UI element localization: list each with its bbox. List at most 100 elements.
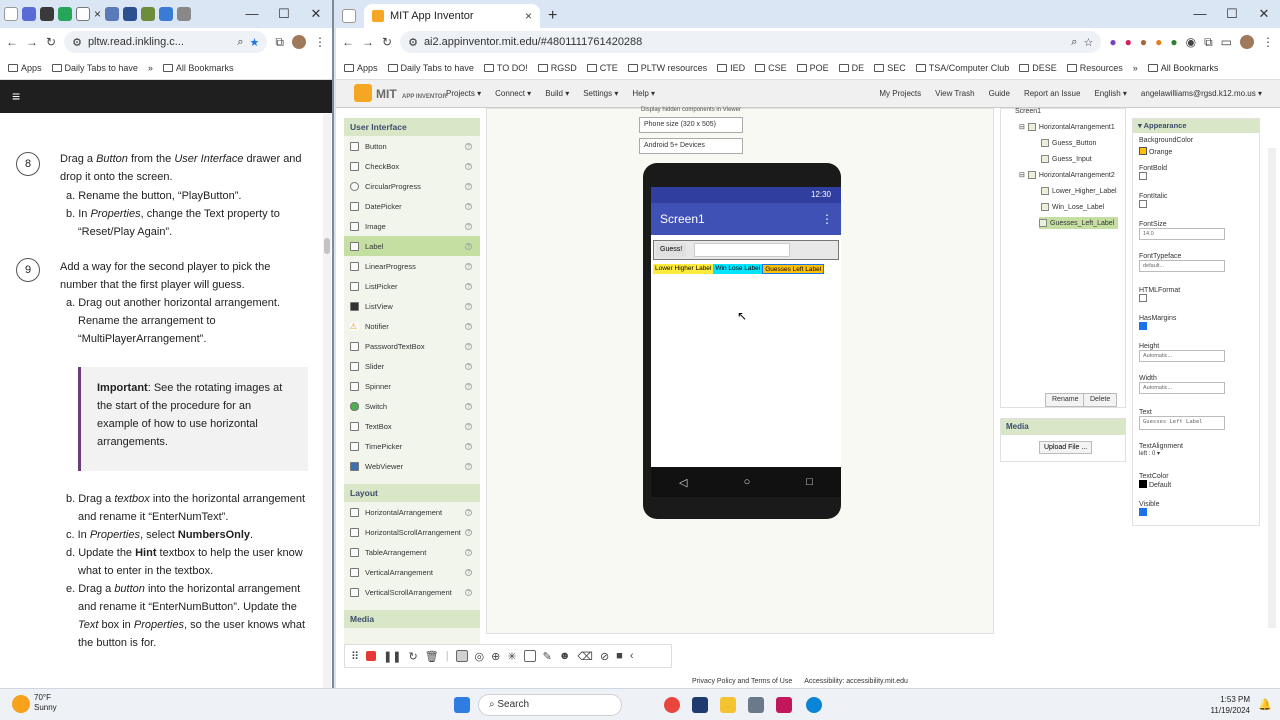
bookmarks-overflow[interactable]: » <box>148 63 153 73</box>
palette-item-circularprogress[interactable]: CircularProgress? <box>344 176 480 196</box>
chrome-icon[interactable] <box>664 697 680 713</box>
pointer-icon[interactable] <box>455 650 468 662</box>
collapse-icon[interactable]: ‹ <box>630 650 634 662</box>
extension-icon[interactable]: ● <box>1140 35 1147 49</box>
tab-close-icon[interactable]: × <box>94 7 101 21</box>
tab-menu-icon[interactable] <box>4 7 18 21</box>
focus-icon[interactable]: ✳ <box>507 650 516 663</box>
bookmark-item[interactable]: RGSD <box>537 63 577 73</box>
app-inventor-logo[interactable]: MIT APP INVENTOR <box>354 84 447 102</box>
tab-favicon-icon[interactable] <box>58 7 72 21</box>
device-select[interactable]: Android 5+ Devices <box>639 138 743 154</box>
palette-item-spinner[interactable]: Spinner? <box>344 376 480 396</box>
trash-icon[interactable]: 🗑 <box>425 650 439 663</box>
tab-favicon-icon[interactable] <box>159 7 174 21</box>
bookmark-item[interactable]: IED <box>717 63 745 73</box>
extension-icon[interactable]: ◉ <box>1186 35 1196 49</box>
bookmark-item[interactable]: Apps <box>344 63 378 73</box>
bookmark-item[interactable]: POE <box>796 63 829 73</box>
fonttypeface-input[interactable]: default... <box>1139 260 1225 272</box>
bookmark-item[interactable]: Resources <box>1066 63 1123 73</box>
windows-start-icon[interactable] <box>454 697 470 713</box>
language-menu[interactable]: English ▾ <box>1094 89 1126 98</box>
height-input[interactable]: Automatic... <box>1139 350 1225 362</box>
palette-item-notifier[interactable]: ⚠ Notifier? <box>344 316 480 336</box>
eraser-icon[interactable]: ⌫ <box>577 650 593 663</box>
tab-favicon-icon[interactable] <box>22 7 36 21</box>
taskbar-search[interactable]: ⌕ Search <box>478 694 622 716</box>
win-lose-label[interactable]: Win Lose Label <box>713 264 763 274</box>
bookmark-star-icon[interactable]: ★ <box>250 36 260 49</box>
camera-icon[interactable]: ■ <box>616 650 623 662</box>
visible-checkbox[interactable] <box>1139 508 1147 516</box>
palette-item-listpicker[interactable]: ListPicker? <box>344 276 480 296</box>
palette-item-horizontalscrollarrangement[interactable]: HorizontalScrollArrangement? <box>344 522 480 542</box>
bookmark-item[interactable]: PLTW resources <box>627 63 707 73</box>
help-icon[interactable]: ? <box>465 242 472 250</box>
privacy-link[interactable]: Privacy Policy and Terms of Use <box>692 678 792 685</box>
tab-close-icon[interactable]: × <box>525 9 532 23</box>
close-icon[interactable]: ✕ <box>1248 0 1280 28</box>
help-icon[interactable]: ? <box>465 362 472 370</box>
forward-icon[interactable]: → <box>26 35 38 49</box>
extension-icon[interactable]: ● <box>1155 35 1162 49</box>
overflow-menu-icon[interactable]: ⋮ <box>821 212 833 226</box>
file-explorer-icon[interactable] <box>720 697 736 713</box>
app-icon[interactable] <box>692 697 708 713</box>
delete-button[interactable]: Delete <box>1083 393 1118 407</box>
collapse-icon[interactable]: ⊟ <box>1019 171 1025 179</box>
palette-item-slider[interactable]: Slider? <box>344 356 480 376</box>
reader-scrollbar[interactable] <box>323 114 331 688</box>
pause-icon[interactable]: ❚❚ <box>383 650 401 663</box>
weather-widget[interactable]: 70°F Sunny <box>34 693 57 713</box>
zoom-icon[interactable]: ⌕ <box>1071 36 1077 49</box>
tab-search-icon[interactable] <box>342 9 356 23</box>
url-field[interactable]: ⚙ ai2.appinventor.mit.edu/#4801111761420… <box>400 31 1102 53</box>
tree-item-screen1[interactable]: Screen1 <box>1015 105 1041 117</box>
palette-header-media[interactable]: Media <box>344 610 480 628</box>
view-trash-link[interactable]: View Trash <box>935 89 974 98</box>
bookmarks-overflow[interactable]: » <box>1133 63 1138 73</box>
tab-favicon-icon[interactable] <box>141 7 156 21</box>
avatar[interactable] <box>1240 35 1254 49</box>
tab-favicon-icon[interactable] <box>177 7 192 21</box>
htmlformat-checkbox[interactable] <box>1139 294 1147 302</box>
pen-icon[interactable]: ✎ <box>543 650 552 663</box>
guess-button[interactable]: Guess! <box>656 243 687 257</box>
scrollbar-thumb[interactable] <box>324 238 330 254</box>
tab-favicon-icon[interactable] <box>105 7 120 21</box>
palette-item-switch[interactable]: Switch? <box>344 396 480 416</box>
menu-icon[interactable]: ⋮ <box>1262 35 1274 49</box>
notifications-icon[interactable]: 🔔 <box>1258 698 1272 711</box>
avatar[interactable] <box>292 35 306 49</box>
help-icon[interactable]: ? <box>465 528 472 536</box>
palette-item-verticalarrangement[interactable]: VerticalArrangement? <box>344 562 480 582</box>
help-icon[interactable]: ? <box>465 508 472 516</box>
textalignment-select[interactable]: left : 0 ▾ <box>1139 450 1183 457</box>
tab-mit-app-inventor[interactable]: MIT App Inventor × <box>364 4 540 28</box>
hide-drawing-icon[interactable]: ⊘ <box>600 650 609 663</box>
palette-item-verticalscrollarrangement[interactable]: VerticalScrollArrangement? <box>344 582 480 602</box>
extension-k-icon[interactable]: ● <box>1109 35 1116 49</box>
fontsize-input[interactable]: 14.0 <box>1139 228 1225 240</box>
palette-item-linearprogress[interactable]: LinearProgress? <box>344 256 480 276</box>
back-icon[interactable]: ← <box>342 35 354 49</box>
palette-header-user-interface[interactable]: User Interface <box>344 118 480 136</box>
menu-build[interactable]: Build ▾ <box>545 89 569 98</box>
account-menu[interactable]: angelawilliams@rgsd.k12.mo.us ▾ <box>1141 89 1262 98</box>
bookmark-item[interactable]: CTE <box>586 63 618 73</box>
palette-item-datepicker[interactable]: DatePicker? <box>344 196 480 216</box>
bookmark-item[interactable]: Daily Tabs to have <box>387 63 474 73</box>
bookmark-item[interactable]: SEC <box>874 63 906 73</box>
textcolor-picker[interactable]: Default <box>1139 480 1171 489</box>
report-issue-link[interactable]: Report an Issue <box>1024 89 1080 98</box>
palette-item-passwordtextbox[interactable]: PasswordTextBox? <box>344 336 480 356</box>
restart-icon[interactable]: ↻ <box>409 650 418 663</box>
tab-favicon-icon[interactable] <box>40 7 54 21</box>
bookmark-item[interactable]: TSA/Computer Club <box>915 63 1009 73</box>
collapse-icon[interactable]: ⊟ <box>1019 123 1025 131</box>
tree-item[interactable]: ⊟ HorizontalArrangement2 <box>1019 169 1115 181</box>
maximize-icon[interactable]: ☐ <box>268 0 300 28</box>
minimize-icon[interactable]: — <box>1184 0 1216 28</box>
menu-settings[interactable]: Settings ▾ <box>583 89 618 98</box>
